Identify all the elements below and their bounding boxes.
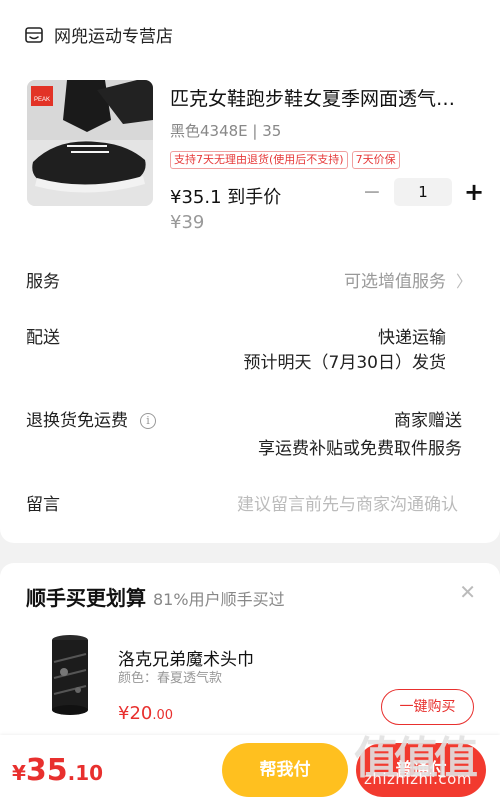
chevron-right-icon[interactable]: 〉 [456,268,472,292]
product-image[interactable]: PEAK [27,80,153,206]
price-protect-tag: 7天价保 [351,151,400,169]
returns-detail: 享运费补贴或免费取件服务 [258,439,462,459]
service-label: 服务 [26,272,60,292]
delivery-method[interactable]: 快递运输 [378,323,446,348]
recommend-price-dec: .00 [152,708,174,723]
one-click-buy-button[interactable]: 一键购买 [381,689,474,725]
original-price: ¥39 [170,212,205,233]
brand-logo: PEAK [34,97,50,103]
returns-label: 退换货免运费 i [26,406,156,431]
recommend-item-price: ¥20.00 [118,703,173,724]
final-price: ¥35.1 到手价 [170,187,282,208]
delivery-eta: 预计明天（7月30日）发货 [243,353,446,373]
close-icon[interactable]: ✕ [459,580,476,604]
service-value[interactable]: 可选增值服务 [344,267,446,292]
recommend-price-currency: ¥ [118,703,130,724]
product-variant[interactable]: 黑色4348E | 35 [170,120,281,141]
total-dec: .10 [67,761,104,785]
message-label: 留言 [26,495,60,515]
increase-button[interactable]: + [462,178,486,206]
total-price: ¥35.10 [12,753,103,788]
recommend-title: 顺手买更划算 [26,586,146,610]
total-int: 35 [25,753,68,788]
return-policy-tag: 支持7天无理由退货(使用后不支持) [170,151,348,169]
shop-name: 网兜运动专营店 [54,27,173,47]
returns-label-text: 退换货免运费 [26,411,128,431]
quantity-input[interactable]: 1 [394,178,452,206]
help-pay-button[interactable]: 帮我付 [222,743,348,797]
total-currency: ¥ [12,761,26,785]
recommend-price-int: 20 [129,703,153,724]
recommend-item-image[interactable] [42,632,98,718]
recommend-item-spec: 颜色：春夏透气款 [118,671,223,686]
delivery-label: 配送 [26,328,60,348]
returns-value: 商家赠送 [394,411,462,431]
shop-header[interactable]: 网兜运动专营店 [24,22,173,47]
recommend-subtitle: 81%用户顺手买过 [153,590,285,609]
message-input[interactable]: 建议留言前先与商家沟通确认 [237,490,458,515]
shop-icon [25,26,43,43]
info-icon[interactable]: i [140,413,156,429]
pay-button[interactable]: 普通付 [356,743,486,797]
checkout-bar: ¥35.10 帮我付 普通付 [0,735,500,804]
decrease-button[interactable]: − [360,180,384,205]
quantity-stepper: − 1 + [360,178,486,206]
product-title[interactable]: 匹克女鞋跑步鞋女夏季网面透气… [170,84,470,111]
product-tags: 支持7天无理由退货(使用后不支持) 7天价保 [170,151,400,169]
